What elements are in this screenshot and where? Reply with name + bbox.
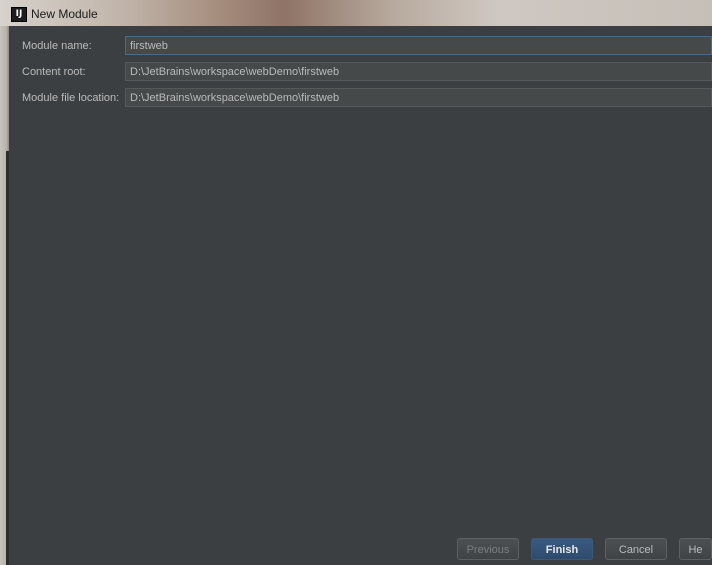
finish-button[interactable]: Finish [531, 538, 593, 560]
module-file-location-input[interactable]: D:\JetBrains\workspace\webDemo\firstweb [125, 88, 712, 107]
window-left-border [0, 26, 9, 565]
previous-button[interactable]: Previous [457, 538, 519, 560]
content-root-label: Content root: [22, 66, 86, 78]
module-file-location-label: Module file location: [22, 92, 120, 104]
module-name-label: Module name: [22, 40, 92, 52]
module-file-location-row: Module file location: D:\JetBrains\works… [9, 88, 712, 108]
new-module-dialog: IJ New Module Module name: firstweb Cont… [0, 0, 712, 565]
dialog-content: Module name: firstweb Content root: D:\J… [9, 26, 712, 565]
module-name-row: Module name: firstweb [9, 36, 712, 56]
help-button[interactable]: He [679, 538, 712, 560]
window-title: New Module [31, 7, 98, 21]
content-root-row: Content root: D:\JetBrains\workspace\web… [9, 62, 712, 82]
content-root-input[interactable]: D:\JetBrains\workspace\webDemo\firstweb [125, 62, 712, 81]
intellij-app-icon: IJ [11, 7, 27, 22]
module-name-input[interactable]: firstweb [125, 36, 712, 55]
title-bar: IJ New Module [0, 0, 712, 26]
cancel-button[interactable]: Cancel [605, 538, 667, 560]
